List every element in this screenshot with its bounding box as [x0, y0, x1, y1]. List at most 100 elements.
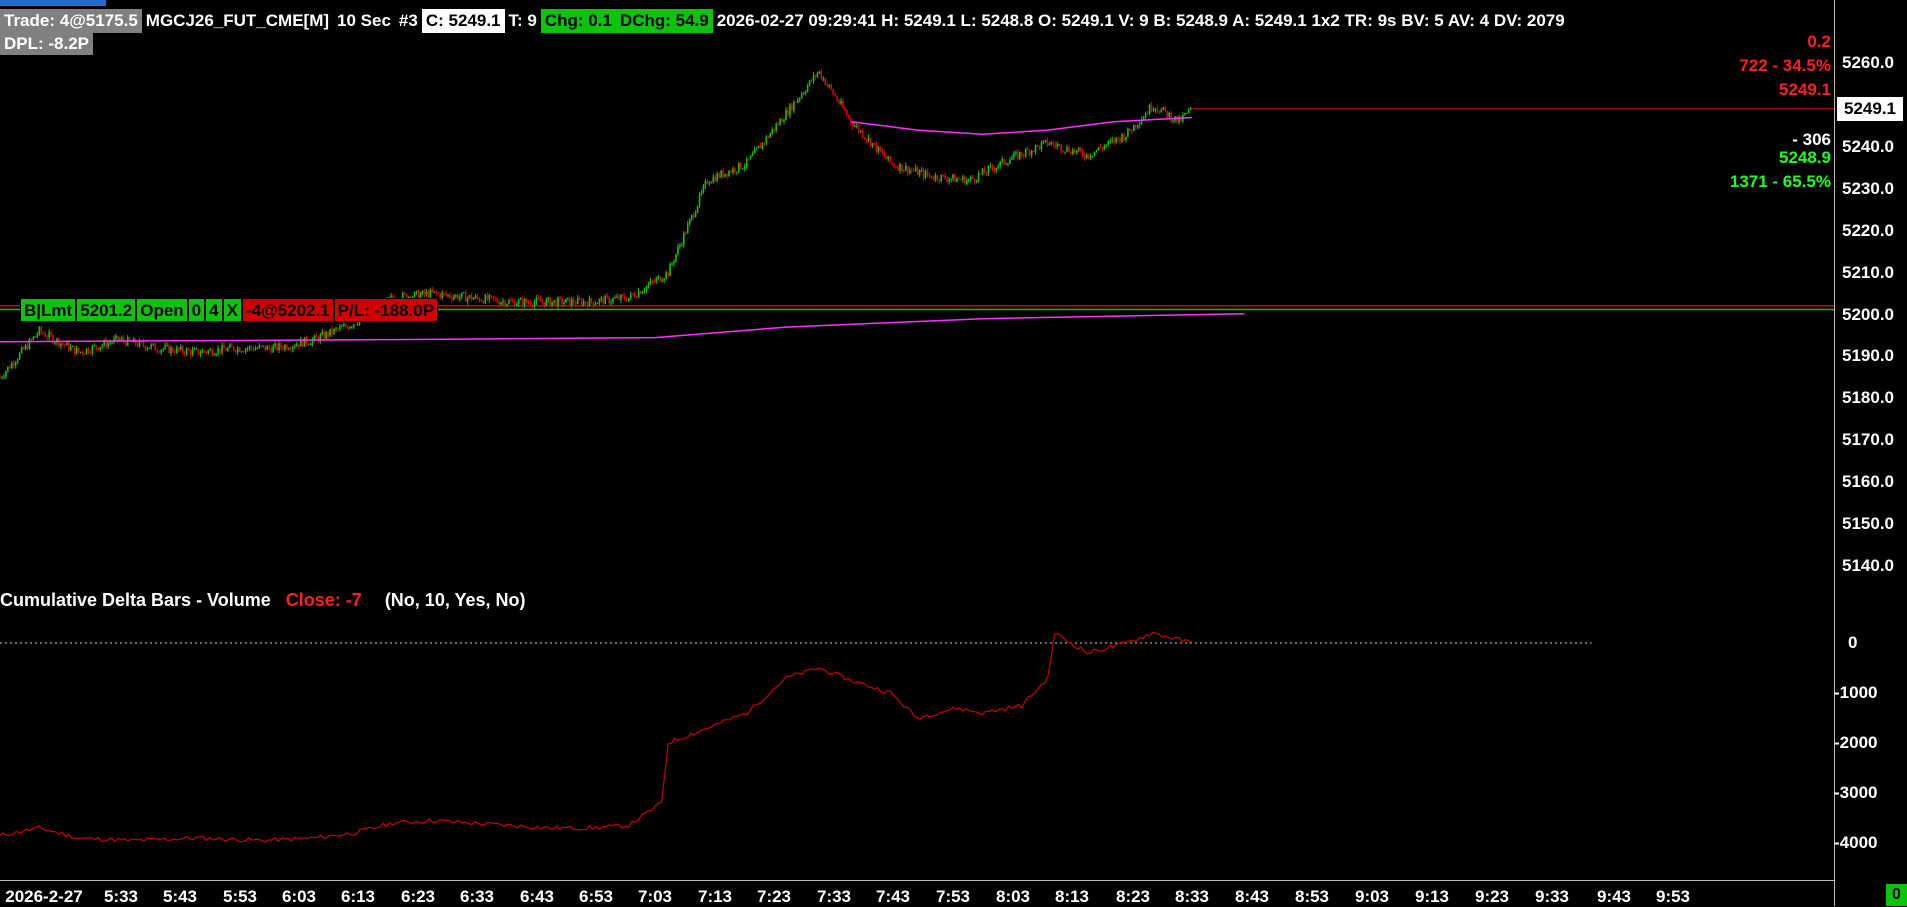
candle-body	[905, 165, 907, 171]
order-price[interactable]: 5201.2	[76, 298, 137, 322]
bid-price-label: 5248.9	[1779, 148, 1831, 167]
price-tick-label: 5150.0	[1842, 514, 1894, 534]
candle-body	[295, 344, 298, 347]
time-tick-label: 9:03	[1354, 887, 1390, 906]
candle-body	[557, 297, 559, 307]
short-moving-average-line	[851, 116, 1193, 136]
candle-body	[455, 294, 457, 297]
candle-body	[1176, 116, 1178, 123]
candle-body	[802, 93, 805, 95]
candle-body	[551, 301, 553, 306]
candle-body	[75, 348, 78, 354]
candle-body	[333, 328, 335, 334]
time-tick-label: 8:03	[995, 887, 1031, 906]
candle-body	[667, 272, 669, 276]
candle-body	[785, 109, 787, 121]
candle-body	[1119, 138, 1121, 142]
price-tick-label: 5160.0	[1842, 472, 1894, 492]
candle-body	[916, 167, 919, 176]
candle-body	[309, 344, 312, 346]
price-chart[interactable]	[0, 0, 1834, 880]
candle-body	[838, 100, 840, 104]
candle-body	[938, 180, 941, 182]
candle-body	[154, 343, 157, 351]
candle-body	[307, 343, 310, 345]
candle-body	[1148, 104, 1151, 114]
time-tick-label: 9:23	[1474, 887, 1510, 906]
candle-body	[1015, 151, 1017, 154]
candle-body	[614, 297, 616, 299]
candle-body	[606, 295, 608, 297]
candle-body	[227, 347, 229, 351]
candle-body	[1044, 139, 1047, 141]
candle-body	[795, 101, 797, 103]
candle-body	[30, 339, 33, 341]
candle-body	[1048, 144, 1051, 146]
candle-body	[964, 176, 966, 185]
candle-body	[1030, 150, 1033, 156]
time-tick-label: 7:43	[875, 887, 911, 906]
candle-body	[565, 298, 567, 303]
candle-body	[1097, 147, 1100, 151]
candle-body	[855, 125, 858, 127]
candle-body	[73, 346, 76, 354]
price-tick-label: 5210.0	[1842, 262, 1894, 282]
order-filled: 0	[187, 298, 206, 322]
position-label[interactable]: -4@5202.1	[241, 298, 334, 322]
candle-body	[431, 289, 434, 292]
candle-body	[480, 301, 483, 303]
candle-body	[54, 342, 56, 344]
candle-body	[1001, 158, 1003, 162]
candle-body	[348, 326, 351, 329]
candle-body	[233, 346, 235, 351]
candle-body	[211, 349, 214, 356]
candle-body	[221, 344, 223, 353]
candle-body	[651, 280, 654, 282]
candle-body	[665, 272, 667, 279]
candle-body	[453, 296, 455, 300]
candle-body	[730, 170, 732, 173]
candle-body	[1081, 151, 1084, 156]
candle-body	[1068, 146, 1070, 153]
candle-body	[1026, 149, 1029, 151]
order-side[interactable]: B|Lmt	[20, 298, 77, 322]
candle-body	[745, 159, 748, 167]
time-tick-label: 7:13	[697, 887, 733, 906]
candle-body	[1046, 139, 1049, 145]
order-quantity[interactable]: 4	[205, 298, 223, 322]
candle-body	[1103, 146, 1106, 150]
candle-body	[549, 297, 551, 306]
cancel-order-button[interactable]: X	[222, 298, 242, 322]
candle-body	[734, 168, 736, 173]
candle-body	[1011, 157, 1013, 160]
candle-body	[932, 178, 935, 180]
time-tick-label: 5:53	[222, 887, 258, 906]
candle-body	[95, 345, 98, 348]
time-tick-label: 8:13	[1054, 887, 1090, 906]
candle-body	[160, 349, 162, 353]
candle-body	[466, 297, 469, 302]
candle-body	[107, 342, 109, 347]
time-tick-label: 6:03	[281, 887, 317, 906]
candle-body	[572, 299, 575, 304]
candle-body	[604, 295, 607, 305]
candle-body	[22, 347, 25, 350]
candle-body	[514, 300, 516, 307]
candle-body	[1123, 134, 1125, 141]
time-tick-label: 9:43	[1596, 887, 1632, 906]
candle-body	[960, 179, 962, 181]
candle-body	[971, 176, 974, 179]
candle-body	[834, 94, 836, 97]
candle-body	[152, 343, 155, 345]
candle-body	[48, 332, 50, 338]
bid-volume-label: 1371 - 65.5%	[1729, 172, 1831, 191]
candle-body	[500, 302, 502, 305]
candle-body	[576, 298, 579, 305]
indicator-title[interactable]: Cumulative Delta Bars - Volume Close: -7…	[0, 590, 526, 611]
candle-body	[150, 344, 153, 348]
working-order-bar[interactable]: B|Lmt 5201.2 Open 0 4 X -4@5202.1 P/L: -…	[20, 298, 439, 322]
candle-body	[657, 276, 660, 279]
candle-body	[284, 345, 286, 350]
candle-body	[694, 212, 697, 218]
candle-body	[594, 303, 597, 306]
